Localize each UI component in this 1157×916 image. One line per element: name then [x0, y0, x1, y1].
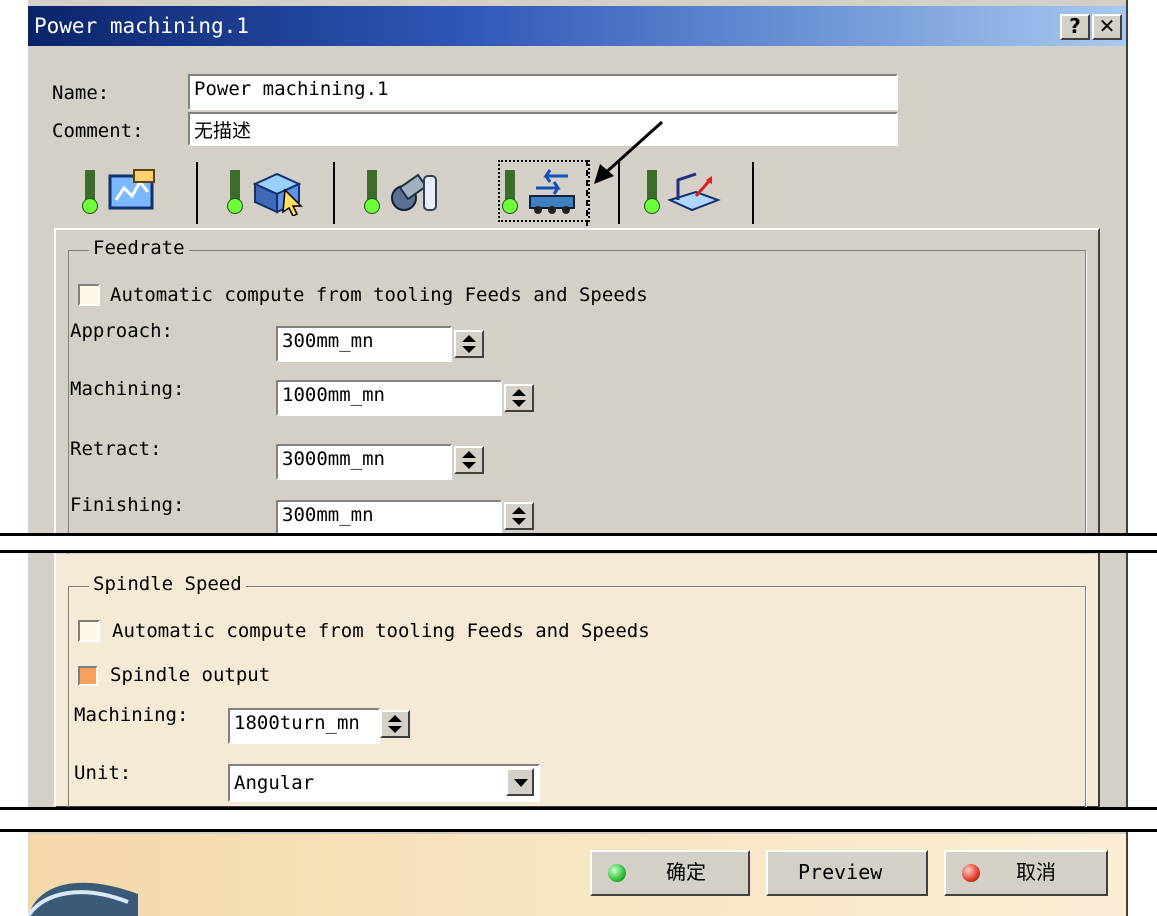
feedrate-title: Feedrate: [89, 237, 189, 259]
help-button[interactable]: ?: [1060, 14, 1090, 40]
preview-button[interactable]: Preview: [766, 850, 928, 896]
cut-line: [0, 533, 1157, 536]
name-label: Name:: [52, 82, 110, 104]
approach-input[interactable]: 300mm_mn: [276, 326, 452, 362]
retract-input[interactable]: 3000mm_mn: [276, 444, 452, 480]
cut-line: [0, 807, 1157, 810]
machining-input[interactable]: 1000mm_mn: [276, 380, 502, 416]
spindle-machining-label: Machining:: [74, 704, 189, 726]
macro-icon: [667, 172, 721, 212]
status-light-icon: [502, 170, 518, 214]
retract-label: Retract:: [70, 438, 162, 460]
strategy-icon: [108, 169, 155, 210]
tab-cut-line: [586, 160, 590, 226]
tab-macro[interactable]: [622, 158, 752, 226]
tab-geometry[interactable]: [205, 158, 335, 226]
unit-label: Unit:: [74, 762, 132, 784]
machining-label: Machining:: [70, 378, 185, 400]
status-light-icon: [644, 170, 660, 214]
tab-separator: [752, 162, 754, 224]
window-title: Power machining.1: [34, 14, 249, 38]
ok-label: 确定: [666, 860, 706, 884]
cut-line: [0, 829, 1157, 832]
preview-label: Preview: [798, 860, 883, 884]
cancel-icon: [962, 864, 980, 882]
cancel-label: 取消: [1016, 860, 1056, 884]
feeds-speeds-icon: [529, 169, 575, 214]
finishing-spinner[interactable]: [504, 502, 534, 530]
finishing-input[interactable]: 300mm_mn: [276, 500, 502, 534]
tab-tool[interactable]: [342, 158, 472, 226]
status-light-icon: [82, 170, 98, 214]
spindle-title: Spindle Speed: [89, 573, 246, 595]
tab-separator: [618, 162, 620, 224]
machining-spinner[interactable]: [504, 384, 534, 412]
retract-spinner[interactable]: [454, 446, 484, 474]
unit-dropdown-button[interactable]: [506, 768, 534, 796]
comment-input[interactable]: 无描述: [188, 112, 898, 146]
ok-icon: [608, 864, 626, 882]
cut-line: [0, 550, 1157, 553]
ok-button[interactable]: 确定: [590, 850, 750, 896]
spindle-output-label: Spindle output: [110, 664, 271, 686]
spindle-machining-spinner[interactable]: [380, 710, 410, 738]
tab-separator: [333, 162, 335, 224]
spindle-auto-label: Automatic compute from tooling Feeds and…: [112, 620, 650, 642]
tab-feeds-speeds[interactable]: [480, 158, 610, 226]
finishing-label: Finishing:: [70, 494, 185, 516]
brand-swoosh-icon: [28, 882, 138, 916]
tab-separator: [196, 162, 198, 224]
cancel-button[interactable]: 取消: [944, 850, 1108, 896]
approach-spinner[interactable]: [454, 330, 484, 358]
spindle-output-checkbox[interactable]: [78, 666, 98, 686]
feedrate-auto-checkbox[interactable]: [78, 284, 100, 306]
spindle-auto-checkbox[interactable]: [78, 620, 100, 642]
name-input[interactable]: Power machining.1: [188, 74, 898, 110]
title-bar[interactable]: Power machining.1 ? ✕: [28, 6, 1126, 46]
close-button[interactable]: ✕: [1092, 14, 1122, 40]
tab-strategy[interactable]: [60, 158, 190, 226]
comment-label: Comment:: [52, 120, 144, 142]
tool-icon: [391, 173, 437, 211]
approach-label: Approach:: [70, 320, 173, 342]
geometry-icon: [252, 172, 303, 216]
status-light-icon: [364, 170, 380, 214]
unit-select[interactable]: Angular: [228, 764, 540, 802]
feedrate-auto-label: Automatic compute from tooling Feeds and…: [110, 284, 648, 306]
status-light-icon: [227, 170, 243, 214]
spindle-machining-input[interactable]: 1800turn_mn: [228, 708, 380, 744]
